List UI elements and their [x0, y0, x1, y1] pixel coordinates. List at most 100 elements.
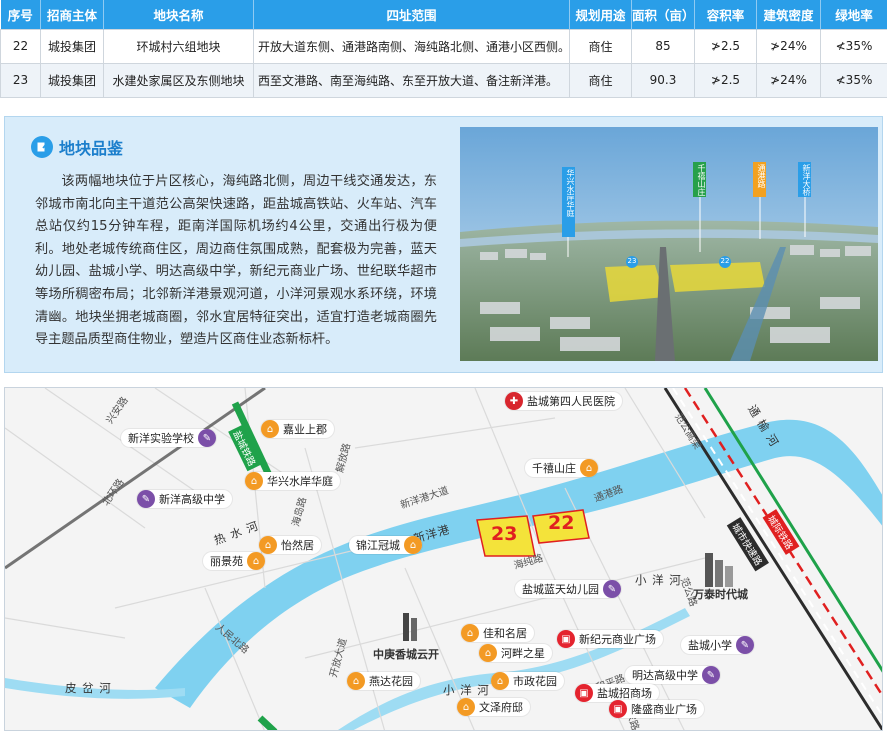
cell-plot-name: 环城村六组地块 [103, 28, 254, 64]
poi-yiran[interactable]: ⌂ 怡然居 [259, 536, 321, 554]
poi-label: 华兴水岸华庭 [267, 475, 333, 488]
cell-investor: 城投集团 [40, 62, 104, 98]
house-icon: ⌂ [247, 552, 265, 570]
cell-investor: 城投集团 [40, 28, 104, 64]
cell-index: 23 [0, 62, 41, 98]
poi-label: 盐城第四人民医院 [527, 395, 615, 408]
poi-label: 文泽府邸 [479, 701, 523, 714]
graduation-cap-icon: ✎ [736, 636, 754, 654]
house-icon: ⌂ [461, 624, 479, 642]
aerial-tag-bridge: 新洋大桥 [802, 164, 811, 196]
river-label-pichahe: 皮 岔 河 [65, 681, 112, 695]
poi-xinjiyuan[interactable]: ▣ 新纪元商业广场 [557, 630, 663, 648]
cell-plot-name: 水建处家属区及东侧地块 [103, 62, 254, 98]
poi-label: 锦江冠城 [356, 539, 400, 552]
poi-wenze[interactable]: ⌂ 文泽府邸 [457, 698, 530, 716]
header-usage: 规划用途 [569, 0, 632, 29]
poi-jiaye[interactable]: ⌂ 嘉业上郡 [261, 420, 334, 438]
aerial-tag-tonggang: 通港路 [757, 164, 766, 188]
poi-longsheng[interactable]: ▣ 隆盛商业广场 [609, 700, 704, 718]
aerial-tag-qianxi: 千禧山庄 [697, 164, 706, 196]
aerial-plot-marker-22: 22 [720, 257, 730, 265]
graduation-cap-icon: ✎ [198, 429, 216, 447]
poi-xinyang-experimental-school[interactable]: ✎ 新洋实验学校 [121, 429, 216, 447]
graduation-cap-icon: ✎ [137, 490, 155, 508]
plot-description: 该两幅地块位于片区核心，海纯路北侧，周边干线交通发达，东邻城市南北向主干道范公高… [35, 174, 437, 348]
aerial-plot-marker-23: 23 [627, 257, 637, 265]
poi-jiahe[interactable]: ⌂ 佳和名居 [461, 624, 534, 642]
plot-number-22: 22 [548, 512, 575, 534]
cell-boundaries: 西至文港路、南至海纯路、东至开放大道、备注新洋港。 [253, 62, 570, 98]
poi-label: 盐城招商场 [597, 687, 652, 700]
poi-lijing[interactable]: ⌂ 丽景苑 [203, 552, 265, 570]
house-icon: ⌂ [491, 672, 509, 690]
cell-green-rate: ≮35% [820, 28, 887, 64]
graduation-cap-icon: ✎ [603, 580, 621, 598]
hospital-icon: ✚ [505, 392, 523, 410]
house-icon: ⌂ [261, 420, 279, 438]
cell-boundaries: 开放大道东侧、通港路南侧、海纯路北侧、通港小区西侧。 [253, 28, 570, 64]
poi-label: 千禧山庄 [532, 462, 576, 475]
house-icon: ⌂ [245, 472, 263, 490]
poi-yanda[interactable]: ⌂ 燕达花园 [347, 672, 420, 690]
header-green-rate: 绿地率 [820, 0, 887, 29]
cell-usage: 商住 [569, 28, 632, 64]
header-density: 建筑密度 [756, 0, 821, 29]
shopping-bag-icon: ▣ [557, 630, 575, 648]
plot-appraisal-panel: 地块品鉴 该两幅地块位于片区核心，海纯路北侧，周边干线交通发达，东邻城市南北向主… [4, 116, 883, 373]
cell-usage: 商住 [569, 62, 632, 98]
poi-jinjiang[interactable]: ⌂ 锦江冠城 [349, 536, 422, 554]
poi-label: 盐城小学 [688, 639, 732, 652]
poi-label: 佳和名居 [483, 627, 527, 640]
plot-number-23: 23 [491, 523, 518, 545]
header-investor: 招商主体 [40, 0, 104, 29]
river-label-xiaoyang-south: 小 洋 河 [443, 683, 490, 697]
poi-hepan[interactable]: ⌂ 河畔之星 [479, 644, 552, 662]
edit-note-icon [31, 136, 53, 158]
cell-density: ≯24% [756, 62, 821, 98]
poi-label: 河畔之星 [501, 647, 545, 660]
poi-label: 市政花园 [513, 675, 557, 688]
aerial-tag-huaxing: 华兴水岸华庭 [566, 169, 575, 217]
poi-label: 新纪元商业广场 [579, 633, 656, 646]
aerial-photo: 华兴水岸华庭 千禧山庄 通港路 新洋大桥 23 22 [460, 127, 878, 361]
cell-index: 22 [0, 28, 41, 64]
shopping-bag-icon: ▣ [609, 700, 627, 718]
poi-qianxi[interactable]: ⌂ 千禧山庄 [525, 459, 598, 477]
table-row: 23 城投集团 水建处家属区及东侧地块 西至文港路、南至海纯路、东至开放大道、备… [0, 62, 887, 98]
poi-yancheng-primary[interactable]: ✎ 盐城小学 [681, 636, 754, 654]
table-header-row: 序号 招商主体 地块名称 四址范围 规划用途 面积（亩） 容积率 建筑密度 绿地… [0, 0, 887, 29]
header-area: 面积（亩） [631, 0, 695, 29]
poi-label: 明达高级中学 [632, 669, 698, 682]
cell-area: 85 [631, 28, 695, 64]
header-boundaries: 四址范围 [253, 0, 570, 29]
cell-area: 90.3 [631, 62, 695, 98]
poi-shizheng[interactable]: ⌂ 市政花园 [491, 672, 564, 690]
cell-far: ≯2.5 [694, 28, 757, 64]
poi-hospital-4th[interactable]: ✚ 盐城第四人民医院 [505, 392, 622, 410]
cell-far: ≯2.5 [694, 62, 757, 98]
poi-mingda-high-school[interactable]: ✎ 明达高级中学 [625, 666, 720, 684]
poi-label: 新洋高级中学 [159, 493, 225, 506]
poi-label: 燕达花园 [369, 675, 413, 688]
river-label-xiaoyang-east: 小 洋 河 [635, 573, 682, 587]
poi-label: 嘉业上郡 [283, 423, 327, 436]
house-icon: ⌂ [347, 672, 365, 690]
cell-green-rate: ≮35% [820, 62, 887, 98]
cell-density: ≯24% [756, 28, 821, 64]
header-index: 序号 [0, 0, 41, 29]
section-title: 地块品鉴 [59, 139, 124, 158]
landmark-zhongjun: 中庚香城云开 [373, 648, 439, 661]
poi-huaxing[interactable]: ⌂ 华兴水岸华庭 [245, 472, 340, 490]
poi-label: 新洋实验学校 [128, 432, 194, 445]
house-icon: ⌂ [479, 644, 497, 662]
poi-lantian-kindergarten[interactable]: ✎ 盐城蓝天幼儿园 [515, 580, 621, 598]
location-map: 23 22 万泰时代城 中庚香城云开 新洋港 热 水 河 小 洋 河 小 洋 河… [4, 387, 883, 731]
poi-label: 丽景苑 [210, 555, 243, 568]
poi-xinyang-high-school[interactable]: ✎ 新洋高级中学 [137, 490, 232, 508]
house-icon: ⌂ [457, 698, 475, 716]
section-heading: 地块品鉴 [31, 135, 123, 159]
shopping-bag-icon: ▣ [575, 684, 593, 702]
poi-label: 盐城蓝天幼儿园 [522, 583, 599, 596]
house-icon: ⌂ [580, 459, 598, 477]
